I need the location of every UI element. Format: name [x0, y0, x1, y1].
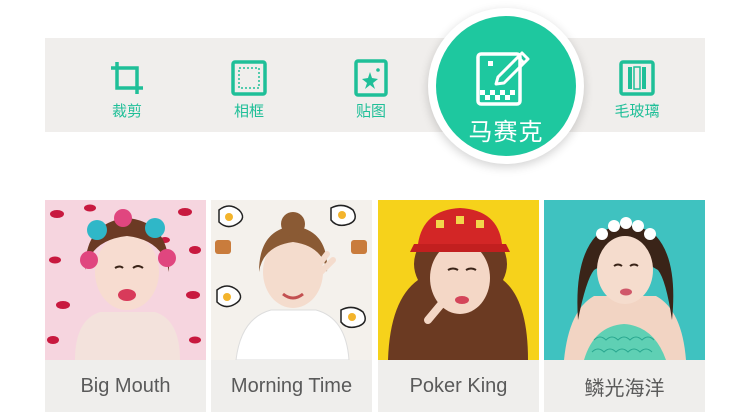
- edit-tools-bar: 裁剪 相框 贴图 毛玻璃: [45, 38, 705, 132]
- tool-frosted-glass-label: 毛玻璃: [614, 102, 660, 120]
- filter-card-poker-king[interactable]: Poker King: [378, 200, 539, 412]
- tool-frosted-glass[interactable]: 毛玻璃: [595, 38, 679, 132]
- tool-mosaic-active[interactable]: 马赛克: [428, 8, 584, 164]
- filter-card-scale-ocean[interactable]: 鳞光海洋: [544, 200, 705, 412]
- filter-label-big-mouth: Big Mouth: [80, 374, 171, 397]
- tool-frame[interactable]: 相框: [207, 38, 291, 132]
- filter-thumbnail-poker-king: [378, 200, 539, 360]
- tool-crop[interactable]: 裁剪: [85, 38, 169, 132]
- filter-label-scale-ocean: 鳞光海洋: [584, 377, 665, 400]
- tool-sticker-label: 贴图: [355, 102, 386, 120]
- frame-icon: [231, 60, 267, 96]
- filter-label-poker-king: Poker King: [409, 374, 508, 397]
- mosaic-bubble: 马赛克: [436, 16, 576, 156]
- filter-thumbnail-big-mouth: [45, 200, 206, 360]
- filter-thumbnail-morning-time: [211, 200, 372, 360]
- tool-mosaic-label: 马赛克: [468, 118, 544, 146]
- tool-sticker[interactable]: 贴图: [329, 38, 413, 132]
- filter-thumbnail-scale-ocean: [544, 200, 705, 360]
- tool-crop-label: 裁剪: [111, 102, 142, 120]
- tool-frame-label: 相框: [233, 102, 264, 120]
- filter-card-morning-time[interactable]: Morning Time: [211, 200, 372, 412]
- sticker-icon: [354, 59, 388, 97]
- crop-icon: [111, 62, 143, 94]
- filter-card-big-mouth[interactable]: Big Mouth: [45, 200, 206, 412]
- photo-editor-screen: 裁剪 相框 贴图 毛玻璃 马赛克 Big Mouth Morning Time …: [0, 0, 750, 413]
- filter-label-morning-time: Morning Time: [230, 374, 353, 397]
- mosaic-pencil-icon: [476, 51, 530, 106]
- frosted-glass-icon: [619, 60, 655, 96]
